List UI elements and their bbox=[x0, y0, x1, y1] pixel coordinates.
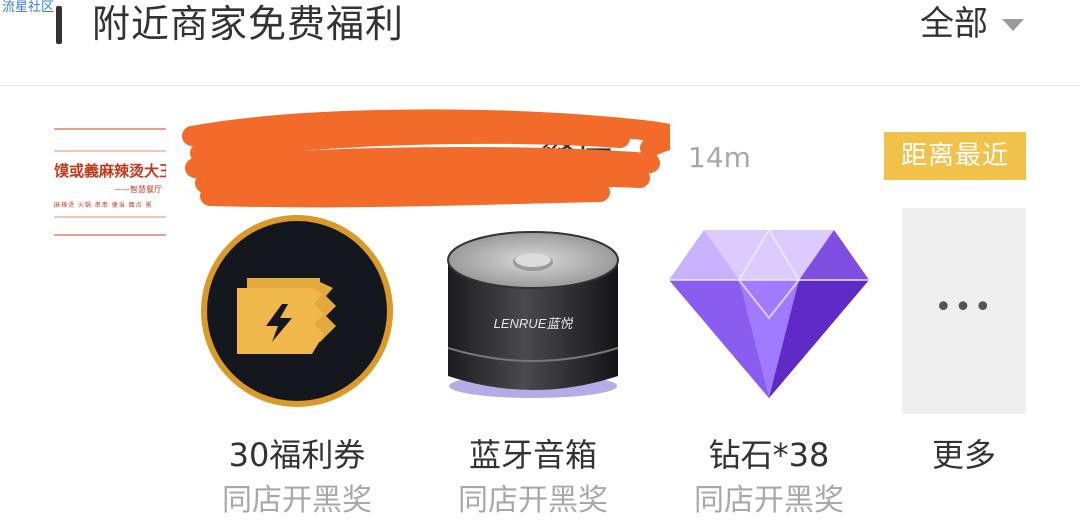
reward-subtitle: 同店开黑奖 bbox=[458, 483, 608, 518]
logo-divider-bottom bbox=[54, 216, 166, 218]
store-logo[interactable]: 馍或義麻辣烫大王 ——智慧餐厅 麻辣烫 火锅 串串 便当 面点 粥 bbox=[54, 128, 166, 236]
filter-label: 全部 bbox=[920, 4, 988, 44]
header-accent-bar bbox=[56, 6, 62, 44]
filter-dropdown[interactable]: 全部 bbox=[920, 2, 1024, 46]
reward-title: 蓝牙音箱 bbox=[468, 436, 597, 474]
lightning-ticket-icon bbox=[201, 215, 393, 407]
more-button[interactable]: ••• 更多 bbox=[902, 208, 1026, 521]
logo-divider-top bbox=[54, 150, 166, 152]
reward-subtitle: 同店开黑奖 bbox=[694, 483, 844, 518]
logo-tags: 麻辣烫 火锅 串串 便当 面点 粥 bbox=[54, 202, 153, 209]
section-title: 附近商家免费福利 bbox=[92, 2, 405, 46]
more-box: ••• bbox=[902, 208, 1026, 414]
logo-store-name: 馍或義麻辣烫大王 bbox=[54, 162, 166, 180]
reward-subtitle: 同店开黑奖 bbox=[222, 483, 372, 518]
reward-title: 30福利券 bbox=[228, 436, 366, 474]
purple-diamond-image bbox=[669, 229, 869, 398]
store-distance: 14m bbox=[688, 141, 751, 174]
more-dots-icon: ••• bbox=[934, 290, 994, 325]
nearest-badge: 距离最近 bbox=[884, 132, 1026, 180]
reward-item-speaker[interactable]: LENRUE蓝悦 蓝牙音箱 同店开黑奖 bbox=[428, 208, 638, 521]
speaker-brand-text: LENRUE蓝悦 bbox=[494, 316, 574, 331]
section-header: 附近商家免费福利 全部 bbox=[0, 0, 1080, 86]
store-name-visible: 餐厅 bbox=[541, 136, 614, 177]
caret-down-icon bbox=[1002, 19, 1024, 31]
reward-item-coupon[interactable]: 30福利券 同店开黑奖 bbox=[192, 208, 402, 521]
reward-item-diamond[interactable]: 钻石*38 同店开黑奖 bbox=[664, 208, 874, 521]
more-label: 更多 bbox=[931, 436, 996, 474]
store-name[interactable]: 餐厅 bbox=[186, 132, 613, 182]
logo-subtitle: ——智慧餐厅 bbox=[114, 185, 162, 194]
bluetooth-speaker-image: LENRUE蓝悦 bbox=[447, 231, 619, 398]
reward-title: 钻石*38 bbox=[708, 436, 830, 474]
